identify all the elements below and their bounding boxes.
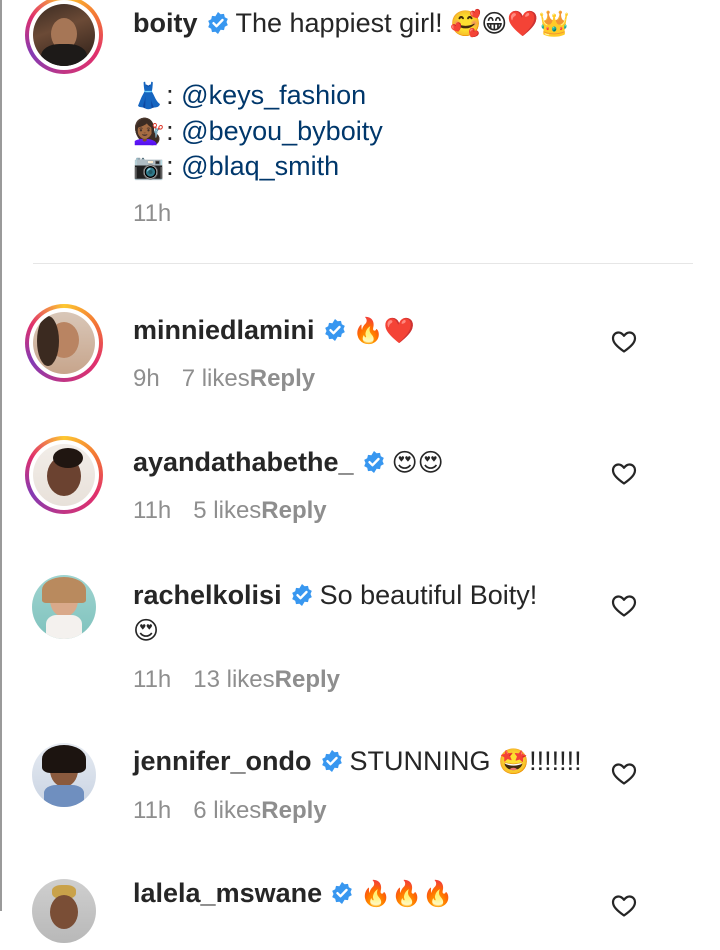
- heart-outline-icon[interactable]: [611, 894, 637, 918]
- avatar-lalela-mswane[interactable]: [25, 872, 103, 950]
- reply-button[interactable]: Reply: [261, 797, 326, 824]
- heart-outline-icon[interactable]: [611, 762, 637, 786]
- post-meta: 11h: [133, 200, 171, 228]
- comment-username[interactable]: lalela_mswane: [133, 878, 322, 908]
- comment-emoji: 🔥❤️: [352, 317, 415, 345]
- comment-text: STUNNING: [349, 746, 491, 776]
- verified-badge-icon: [207, 12, 228, 34]
- comment-emoji: 🔥🔥🔥: [360, 880, 454, 908]
- comment-username[interactable]: jennifer_ondo: [133, 746, 312, 776]
- dress-emoji-icon: 👗: [133, 82, 165, 110]
- verified-badge-icon: [363, 451, 384, 473]
- verified-badge-icon: [291, 584, 312, 606]
- comment-suffix: !!!!!!!: [529, 746, 582, 776]
- camera-emoji-icon: 📷: [133, 153, 165, 181]
- comment-text: So beautiful Boity!: [319, 580, 538, 610]
- credit-line-hair: 💇🏾‍♀️: @beyou_byboity: [133, 116, 383, 146]
- comment-meta: 11h 5 likesReply: [133, 497, 327, 525]
- left-edge-border: [0, 0, 2, 911]
- comment-username[interactable]: rachelkolisi: [133, 580, 282, 610]
- verified-badge-icon: [324, 319, 345, 341]
- reply-button[interactable]: Reply: [250, 365, 315, 392]
- heart-outline-icon[interactable]: [611, 462, 637, 486]
- avatar-rachelkolisi[interactable]: [25, 568, 103, 646]
- post-time: 11h: [133, 200, 172, 227]
- comment-likes[interactable]: 5 likes: [193, 497, 261, 524]
- avatar-jennifer-ondo[interactable]: [25, 736, 103, 814]
- reply-button[interactable]: Reply: [261, 497, 326, 524]
- comment-time: 11h: [133, 666, 172, 693]
- comment-meta: 11h 6 likesReply: [133, 797, 327, 825]
- post-username[interactable]: boity: [133, 8, 198, 38]
- comment-likes[interactable]: 7 likes: [182, 365, 250, 392]
- credit-handle[interactable]: @keys_fashion: [181, 80, 366, 110]
- verified-badge-icon: [332, 882, 352, 904]
- comment-username[interactable]: ayandathabethe_: [133, 447, 354, 477]
- comment-time: 11h: [133, 497, 172, 524]
- comment-time: 11h: [133, 797, 172, 824]
- reply-button[interactable]: Reply: [275, 666, 340, 693]
- comment-meta: 9h 7 likesReply: [133, 365, 315, 393]
- heart-outline-icon[interactable]: [611, 594, 637, 618]
- comment-time: 9h: [133, 365, 160, 392]
- credit-line-photo: 📷: @blaq_smith: [133, 151, 340, 181]
- verified-badge-icon: [321, 750, 342, 772]
- credit-line-fashion: 👗: @keys_fashion: [133, 80, 367, 110]
- comment-meta: 11h 13 likesReply: [133, 666, 340, 694]
- avatar-minniedlamini[interactable]: [25, 304, 103, 382]
- divider: [33, 263, 693, 264]
- haircut-emoji-icon: 💇🏾‍♀️: [133, 118, 165, 146]
- comment-emoji: 🤩: [498, 748, 530, 776]
- comment-likes[interactable]: 6 likes: [193, 797, 261, 824]
- avatar-ayandathabethe[interactable]: [25, 436, 103, 514]
- comment-likes[interactable]: 13 likes: [193, 666, 274, 693]
- post-caption-text: The happiest girl!: [235, 8, 443, 38]
- comment-username[interactable]: minniedlamini: [133, 315, 315, 345]
- heart-outline-icon[interactable]: [611, 330, 637, 354]
- credit-handle[interactable]: @beyou_byboity: [181, 116, 383, 146]
- avatar-boity[interactable]: [25, 0, 103, 74]
- post-caption-emojis: 🥰😁❤️👑: [450, 10, 570, 38]
- comment-emoji: 😍😍: [391, 449, 444, 477]
- credit-handle[interactable]: @blaq_smith: [181, 151, 339, 181]
- comment-emoji: 😍: [133, 617, 160, 645]
